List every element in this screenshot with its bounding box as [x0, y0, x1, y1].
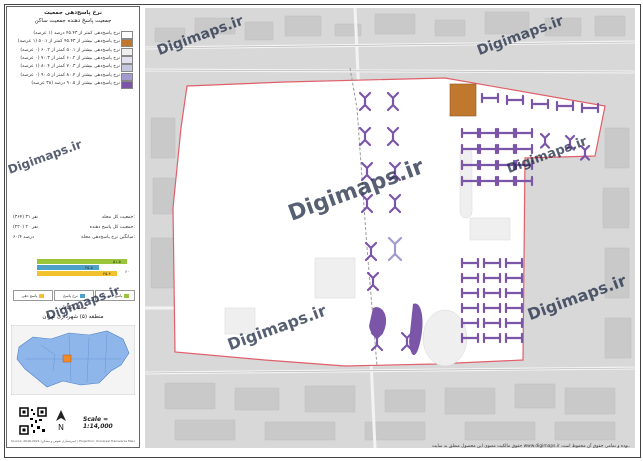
bar-legend-swatch — [124, 294, 130, 298]
panel-subtitle: جمعیت پاسخ دهنده جمعیت ساکن — [34, 18, 112, 24]
bar-legend-item: پاسخ دهی — [13, 290, 53, 301]
main-map: Digimaps.ir Digimaps.ir Digimaps.ir Digi… — [145, 8, 635, 448]
bar-value-label: ۴۵.۴ — [103, 271, 111, 276]
bar-axis-label: ۶۰ — [125, 269, 130, 274]
legend-item: نرخ پاسخ‌دهی بیشتر از ۹۰.۵ درصد (۳۸ عرصه… — [13, 80, 133, 89]
legend-swatch — [121, 80, 133, 89]
stat-value: (۳۶۴) ۳۱ نفر — [13, 215, 38, 220]
legend-label: نرخ پاسخ‌دهی بیشتر از ۹۰.۵ درصد (۳۸ عرصه… — [31, 80, 120, 86]
legend-swatch — [121, 31, 133, 39]
bar-legend-swatch — [39, 294, 45, 298]
study-area-marker — [62, 354, 72, 363]
bar-value-label: ۳۵.۵ — [85, 265, 93, 270]
bar-value-label: ۵۱.۵ — [113, 259, 121, 264]
legend-label: نرخ پاسخ‌دهی بیشتر از ۵۰.۱ کمتر از ۶۰.۲ … — [20, 47, 120, 53]
stat-value: ۶۰/۴ درصد — [13, 235, 34, 240]
source-caption: Source: 2016-2021 (سرشماری نفوس و مسکن) … — [11, 439, 135, 443]
legend-label: نرخ پاسخ‌دهی کمتر از ۴۵.۴۳ درصد (۱ عرصه) — [33, 31, 120, 36]
legend-swatch — [121, 39, 133, 48]
panel-title: نرخ پاسخ‌دهی جمعیت — [44, 10, 102, 16]
legend-label: نرخ پاسخ‌دهی بیشتر از ۴۵.۴۳ کمتر از ۵۰.۱… — [17, 39, 120, 45]
bar-legend-label: پاسخ دهی — [21, 293, 38, 298]
legend-swatch — [121, 47, 133, 56]
legend-panel: نرخ پاسخ‌دهی جمعیت جمعیت پاسخ دهنده جمعی… — [6, 6, 140, 448]
locator-map — [11, 325, 135, 395]
stat-key: میانگین نرخ پاسخ‌دهی محله: — [81, 235, 135, 240]
stat-key: جمعیت کل محله: — [101, 215, 135, 220]
map-scale: Scale = 1:14,000 — [83, 416, 113, 430]
parcel-orange — [449, 83, 477, 117]
north-arrow-icon: N — [56, 410, 66, 432]
legend-item: نرخ پاسخ‌دهی کمتر از ۴۵.۴۳ درصد (۱ عرصه) — [13, 31, 133, 39]
stat-row: میانگین نرخ پاسخ‌دهی محله: ۶۰/۴ درصد — [13, 235, 135, 243]
legend-swatch — [121, 55, 133, 64]
qr-code-icon — [19, 407, 47, 435]
legend-item: نرخ پاسخ‌دهی بیشتر از ۸۰.۴ کمتر از ۹۰.۵ … — [13, 72, 133, 81]
stat-row: جمعیت کل پاسخ دهنده: (۲۲۰) ۲۰ نفر — [13, 225, 135, 233]
legend-swatch — [121, 72, 133, 81]
map-canvas — [145, 8, 635, 448]
copyright-footer: حقوق مالکیت معنوی این محصول متعلق به سای… — [431, 444, 630, 449]
legend-label: نرخ پاسخ‌دهی بیشتر از ۸۰.۴ کمتر از ۹۰.۵ … — [20, 72, 120, 78]
stat-row: جمعیت کل محله: (۳۶۴) ۳۱ نفر — [13, 215, 135, 223]
legend-label: نرخ پاسخ‌دهی بیشتر از ۶۰.۲ کمتر از ۷۰.۳ … — [20, 55, 120, 61]
stat-value: (۲۲۰) ۲۰ نفر — [13, 225, 38, 230]
stat-key: جمعیت کل پاسخ دهنده: — [89, 225, 135, 230]
legend-item: نرخ پاسخ‌دهی بیشتر از ۷۰.۳ کمتر از ۸۰.۴ … — [13, 64, 133, 73]
district-name: منطقه (۵) شهرداری تهران — [42, 314, 104, 320]
legend-item: نرخ پاسخ‌دهی بیشتر از ۶۰.۲ کمتر از ۷۰.۳ … — [13, 55, 133, 64]
legend-item: نرخ پاسخ‌دهی بیشتر از ۴۵.۴۳ کمتر از ۵۰.۱… — [13, 39, 133, 48]
svg-text:N: N — [58, 423, 64, 432]
legend-swatch — [121, 64, 133, 73]
legend-item: نرخ پاسخ‌دهی بیشتر از ۵۰.۱ کمتر از ۶۰.۲ … — [13, 47, 133, 56]
legend-label: نرخ پاسخ‌دهی بیشتر از ۷۰.۳ کمتر از ۸۰.۴ … — [20, 64, 120, 70]
